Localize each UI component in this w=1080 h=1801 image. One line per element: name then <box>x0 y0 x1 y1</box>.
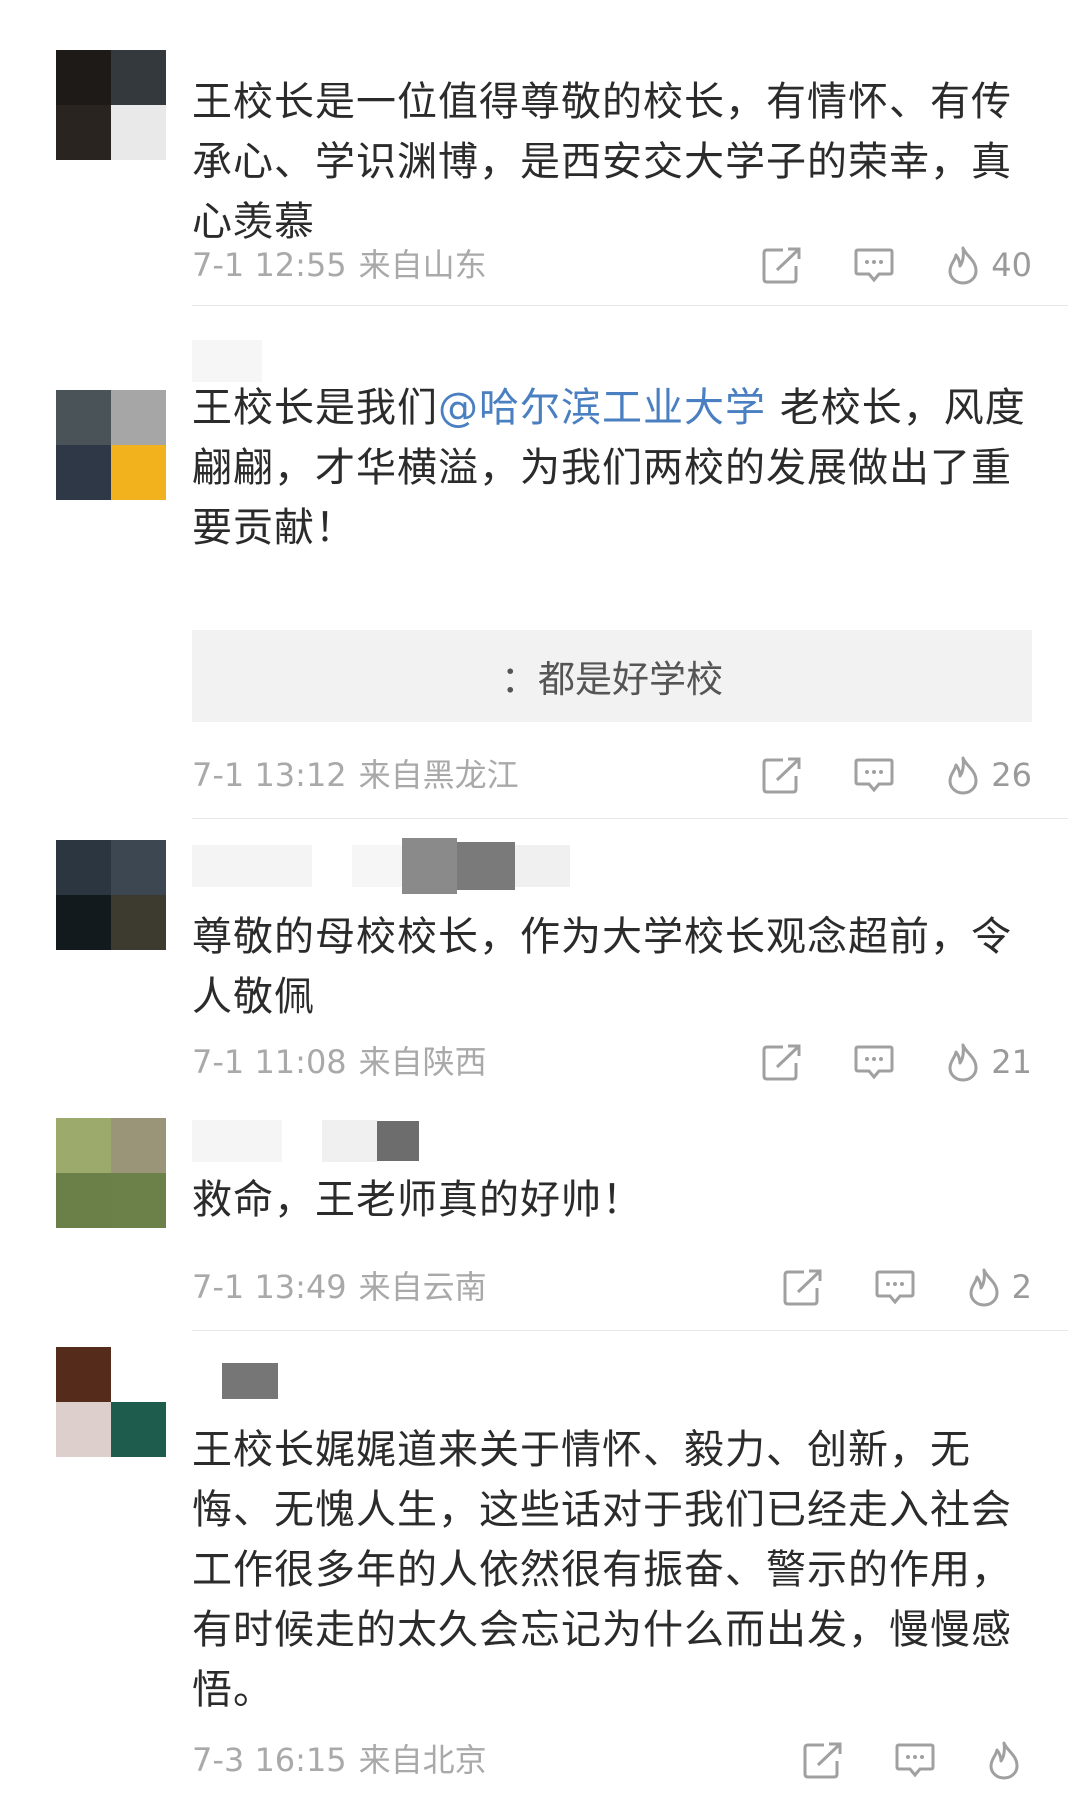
comment-location: 来自山东 <box>358 246 487 284</box>
divider <box>192 1330 1068 1331</box>
flame-like-icon <box>948 1043 978 1082</box>
reply-text: ：都是好学校 <box>501 658 723 701</box>
avatar[interactable] <box>56 390 166 500</box>
avatar[interactable] <box>56 50 166 160</box>
like-count: 26 <box>991 756 1032 794</box>
comment-icon <box>875 1270 915 1305</box>
username-blurred[interactable] <box>192 1360 278 1402</box>
username-blurred[interactable] <box>192 838 570 894</box>
comment-text: 救命，王老师真的好帅！ <box>192 1177 643 1223</box>
share-button[interactable] <box>782 1268 824 1306</box>
flame-like-icon <box>969 1268 999 1307</box>
comment-date: 7-3 16:15 <box>192 1741 347 1779</box>
comment-actions <box>802 1735 1032 1785</box>
comment-text-part: 王校长是我们 <box>192 385 438 431</box>
comment-actions: 2 <box>782 1262 1032 1312</box>
comment-icon <box>854 248 894 283</box>
comment-date: 7-1 13:12 <box>192 756 347 794</box>
like-button[interactable]: 26 <box>945 755 1032 795</box>
comment-text: 王校长是我们@哈尔滨工业大学 老校长，风度翩翩，才华横溢，为我们两校的发展做出了… <box>192 378 1042 558</box>
like-button[interactable]: 40 <box>945 245 1032 285</box>
share-button[interactable] <box>761 246 803 284</box>
username-blurred[interactable] <box>192 20 372 62</box>
comment-text: 王校长娓娓道来关于情怀、毅力、创新，无悔、无愧人生，这些话对于我们已经走入社会工… <box>192 1427 1012 1713</box>
flame-like-icon <box>948 246 978 285</box>
share-icon <box>762 247 801 284</box>
like-button[interactable] <box>986 1740 1032 1780</box>
comment-date: 7-1 12:55 <box>192 246 347 284</box>
share-button[interactable] <box>802 1741 844 1779</box>
comment-icon <box>854 1045 894 1080</box>
flame-like-icon <box>948 756 978 795</box>
username-blurred[interactable] <box>192 1120 419 1162</box>
comment-location: 来自云南 <box>358 1268 487 1306</box>
avatar[interactable] <box>56 840 166 950</box>
comment-meta: 7-1 12:55 来自山东 <box>192 240 487 290</box>
reply-preview[interactable]: ：都是好学校 <box>192 630 1032 722</box>
comment-icon <box>895 1743 935 1778</box>
comment-actions: 40 <box>761 240 1032 290</box>
like-count: 21 <box>991 1043 1032 1081</box>
mention-link[interactable]: @哈尔滨工业大学 <box>438 385 766 431</box>
comment-meta: 7-3 16:15 来自北京 <box>192 1735 487 1785</box>
comment-location: 来自北京 <box>358 1741 487 1779</box>
share-button[interactable] <box>761 1043 803 1081</box>
comment-date: 7-1 13:49 <box>192 1268 347 1306</box>
divider <box>192 818 1068 819</box>
comment-meta: 7-1 11:08 来自陕西 <box>192 1037 487 1087</box>
divider <box>192 305 1068 306</box>
comment-text: 王校长是一位值得尊敬的校长，有情怀、有传承心、学识渊博，是西安交大学子的荣幸，真… <box>192 79 1012 245</box>
comment-button[interactable] <box>894 1741 936 1779</box>
comment-location: 来自陕西 <box>358 1043 487 1081</box>
comment-button[interactable] <box>853 246 895 284</box>
like-button[interactable]: 21 <box>945 1042 1032 1082</box>
comment-date: 7-1 11:08 <box>192 1043 347 1081</box>
flame-like-icon <box>989 1741 1019 1780</box>
share-button[interactable] <box>761 756 803 794</box>
like-count: 40 <box>991 246 1032 284</box>
like-count: 2 <box>1011 1268 1032 1306</box>
comment-actions: 26 <box>761 750 1032 800</box>
comment-button[interactable] <box>874 1268 916 1306</box>
comment-list: 王校长是一位值得尊敬的校长，有情怀、有传承心、学识渊博，是西安交大学子的荣幸，真… <box>0 0 1080 1801</box>
share-icon <box>783 1269 822 1306</box>
comment-location: 来自黑龙江 <box>358 756 519 794</box>
like-button[interactable]: 2 <box>966 1267 1032 1307</box>
username-blurred[interactable] <box>192 340 262 382</box>
comment-icon <box>854 758 894 793</box>
comment-button[interactable] <box>853 1043 895 1081</box>
comment-button[interactable] <box>853 756 895 794</box>
comment-meta: 7-1 13:12 来自黑龙江 <box>192 750 519 800</box>
avatar[interactable] <box>56 1118 166 1228</box>
share-icon <box>762 757 801 794</box>
avatar[interactable] <box>56 1347 166 1457</box>
comment-meta: 7-1 13:49 来自云南 <box>192 1262 487 1312</box>
comment-text: 尊敬的母校校长，作为大学校长观念超前，令人敬佩 <box>192 914 1012 1020</box>
comment-actions: 21 <box>761 1037 1032 1087</box>
share-icon <box>762 1044 801 1081</box>
share-icon <box>803 1742 842 1779</box>
